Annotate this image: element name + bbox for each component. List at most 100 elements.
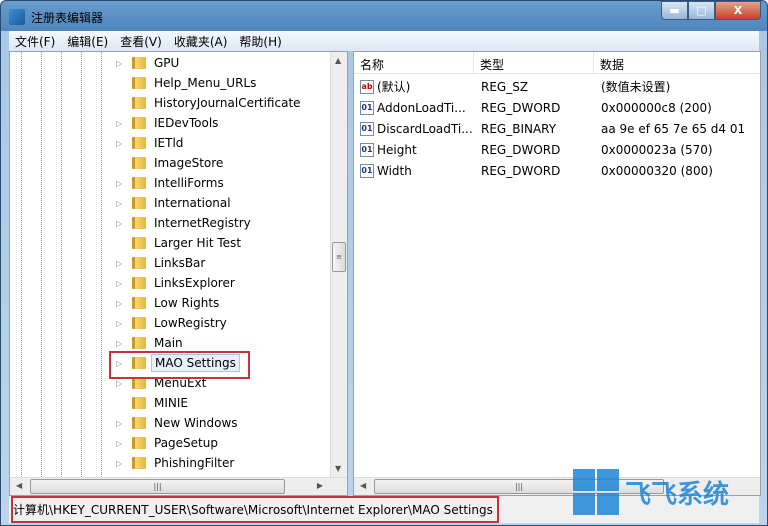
tree-horizontal-scrollbar[interactable]: ◀ ||| ▶: [10, 477, 347, 495]
tree-node[interactable]: ▷ LowRegistry: [10, 313, 330, 333]
scroll-up-icon[interactable]: ▲: [335, 56, 341, 65]
tree-vertical-scrollbar[interactable]: ▲ ≡ ▼: [330, 52, 347, 477]
close-button[interactable]: X: [715, 1, 761, 20]
expand-arrow-icon[interactable]: ▷: [116, 279, 128, 288]
column-data[interactable]: 数据: [594, 52, 760, 73]
tree-node[interactable]: ImageStore: [10, 153, 330, 173]
tree-node-label[interactable]: International: [151, 195, 234, 211]
expand-arrow-icon[interactable]: ▷: [116, 119, 128, 128]
expand-arrow-icon[interactable]: ▷: [116, 59, 128, 68]
tree-node[interactable]: ▷ Main: [10, 333, 330, 353]
selection-highlight-box: [109, 351, 250, 379]
folder-icon: [132, 417, 146, 429]
tree-node-label[interactable]: IntelliForms: [151, 175, 227, 191]
value-data: 0x000000c8 (200): [601, 100, 712, 115]
menu-view[interactable]: 查看(V): [114, 33, 168, 50]
expand-arrow-icon[interactable]: ▷: [116, 379, 128, 388]
binary-value-icon: 01: [360, 121, 374, 136]
expand-arrow-icon[interactable]: ▷: [116, 139, 128, 148]
scroll-right-icon[interactable]: ▶: [317, 481, 323, 490]
value-type: REG_DWORD: [481, 100, 561, 115]
tree-node[interactable]: Larger Hit Test: [10, 233, 330, 253]
scroll-left-icon[interactable]: ◀: [360, 481, 366, 490]
value-row[interactable]: ab (默认) REG_SZ (数值未设置): [354, 76, 760, 97]
tree-node[interactable]: ▷ PhishingFilter: [10, 453, 330, 473]
binary-value-icon: 01: [360, 100, 374, 115]
scroll-down-icon[interactable]: ▼: [335, 464, 341, 473]
scroll-left-icon[interactable]: ◀: [16, 481, 22, 490]
minimize-button[interactable]: ▬: [661, 1, 688, 20]
expand-arrow-icon[interactable]: ▷: [116, 319, 128, 328]
tree-node-label[interactable]: InternetRegistry: [151, 215, 254, 231]
tree-node[interactable]: HistoryJournalCertificate: [10, 93, 330, 113]
tree-node[interactable]: ▷ IETld: [10, 133, 330, 153]
tree-hscroll-thumb[interactable]: |||: [30, 479, 285, 494]
folder-icon: [132, 137, 146, 149]
tree-node-label[interactable]: GPU: [151, 55, 182, 71]
value-name: Width: [377, 163, 412, 178]
expand-arrow-icon[interactable]: ▷: [116, 219, 128, 228]
value-row[interactable]: 01 Width REG_DWORD 0x00000320 (800): [354, 160, 760, 181]
expand-arrow-icon[interactable]: ▷: [116, 339, 128, 348]
tree-node[interactable]: MINIE: [10, 393, 330, 413]
tree-node-label[interactable]: HistoryJournalCertificate: [151, 95, 304, 111]
value-name: DiscardLoadTi...: [377, 121, 473, 136]
tree-node[interactable]: ▷ GPU: [10, 53, 330, 73]
menu-file[interactable]: 文件(F): [9, 33, 61, 50]
expand-arrow-icon[interactable]: ▷: [116, 259, 128, 268]
tree-vscroll-thumb[interactable]: ≡: [332, 242, 346, 272]
tree-node[interactable]: ▷ LinksExplorer: [10, 273, 330, 293]
expand-arrow-icon[interactable]: ▷: [116, 199, 128, 208]
tree-node[interactable]: Help_Menu_URLs: [10, 73, 330, 93]
tree-node[interactable]: ▷ Low Rights: [10, 293, 330, 313]
folder-icon: [132, 77, 146, 89]
tree-node[interactable]: ▷ IEDevTools: [10, 113, 330, 133]
tree-node-label[interactable]: PageSetup: [151, 435, 221, 451]
folder-icon: [132, 117, 146, 129]
tree-node[interactable]: ▷ LinksBar: [10, 253, 330, 273]
regedit-window: 注册表编辑器 ▬ □ X 文件(F) 编辑(E) 查看(V) 收藏夹(A) 帮助…: [0, 0, 768, 526]
folder-icon: [132, 157, 146, 169]
tree-node-label[interactable]: New Windows: [151, 415, 241, 431]
regedit-app-icon: [9, 9, 25, 25]
tree-node-label[interactable]: LinksExplorer: [151, 275, 238, 291]
folder-icon: [132, 97, 146, 109]
tree-node[interactable]: ▷ IntelliForms: [10, 173, 330, 193]
tree-node-label[interactable]: PhishingFilter: [151, 455, 237, 471]
tree-node[interactable]: ▷ InternetRegistry: [10, 213, 330, 233]
tree-node-label[interactable]: Main: [151, 335, 186, 351]
tree-node[interactable]: ▷ International: [10, 193, 330, 213]
expand-arrow-icon[interactable]: ▷: [116, 459, 128, 468]
string-value-icon: ab: [360, 79, 374, 94]
menu-help[interactable]: 帮助(H): [233, 33, 287, 50]
tree-node-label[interactable]: ImageStore: [151, 155, 226, 171]
folder-icon: [132, 177, 146, 189]
folder-icon: [132, 437, 146, 449]
tree-node-label[interactable]: LowRegistry: [151, 315, 230, 331]
value-data: (数值未设置): [601, 80, 671, 94]
tree-node-label[interactable]: Help_Menu_URLs: [151, 75, 259, 91]
expand-arrow-icon[interactable]: ▷: [116, 179, 128, 188]
value-row[interactable]: 01 DiscardLoadTi... REG_BINARY aa 9e ef 65 …: [354, 118, 760, 139]
tree-node-label[interactable]: LinksBar: [151, 255, 208, 271]
menu-favorites[interactable]: 收藏夹(A): [168, 33, 234, 50]
tree-node-label[interactable]: Low Rights: [151, 295, 222, 311]
tree-node-label[interactable]: Larger Hit Test: [151, 235, 244, 251]
tree-node-label[interactable]: IETld: [151, 135, 186, 151]
tree-node[interactable]: ▷ New Windows: [10, 413, 330, 433]
key-tree: ▷ GPU Help_Menu_URLs HistoryJournalCertific…: [10, 53, 330, 473]
value-row[interactable]: 01 AddonLoadTi... REG_DWORD 0x000000c8 (200…: [354, 97, 760, 118]
watermark-logo: 飞飞系统: [573, 469, 729, 515]
expand-arrow-icon[interactable]: ▷: [116, 299, 128, 308]
expand-arrow-icon[interactable]: ▷: [116, 439, 128, 448]
menu-edit[interactable]: 编辑(E): [61, 33, 114, 50]
column-name[interactable]: 名称: [354, 52, 474, 73]
value-type: REG_DWORD: [481, 142, 561, 157]
maximize-button[interactable]: □: [688, 1, 715, 20]
tree-node[interactable]: ▷ PageSetup: [10, 433, 330, 453]
tree-node-label[interactable]: MINIE: [151, 395, 191, 411]
expand-arrow-icon[interactable]: ▷: [116, 419, 128, 428]
value-row[interactable]: 01 Height REG_DWORD 0x0000023a (570): [354, 139, 760, 160]
tree-node-label[interactable]: IEDevTools: [151, 115, 221, 131]
column-type[interactable]: 类型: [474, 52, 594, 73]
